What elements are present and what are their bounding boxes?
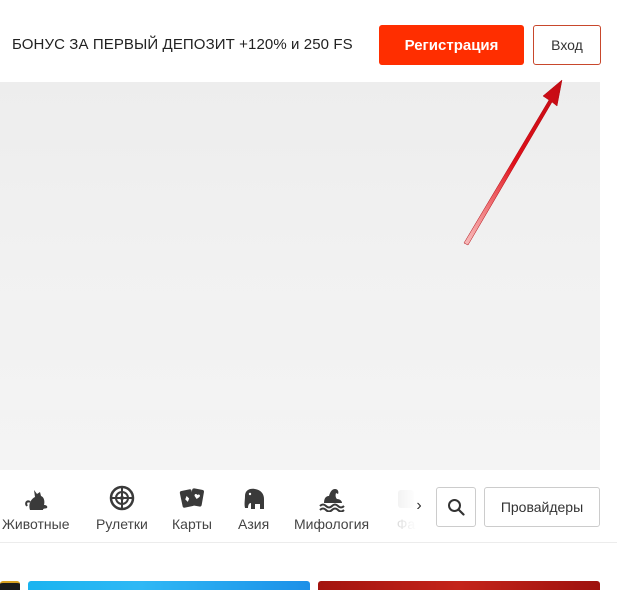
game-tile[interactable] <box>28 581 310 590</box>
search-button[interactable] <box>436 487 476 527</box>
category-cards[interactable]: Карты <box>172 484 212 532</box>
category-label: Азия <box>238 516 270 532</box>
category-label: Карты <box>172 516 212 532</box>
category-label: Мифология <box>294 516 370 532</box>
providers-button[interactable]: Провайдеры <box>484 487 600 527</box>
login-button[interactable]: Вход <box>533 25 601 65</box>
cat-icon <box>24 490 48 510</box>
category-animals[interactable]: Животные <box>2 484 70 532</box>
top-header: БОНУС ЗА ПЕРВЫЙ ДЕПОЗИТ +120% и 250 FS Р… <box>0 0 617 82</box>
chevron-right-icon[interactable]: › <box>410 494 428 518</box>
game-tile[interactable] <box>0 581 20 590</box>
page: БОНУС ЗА ПЕРВЫЙ ДЕПОЗИТ +120% и 250 FS Р… <box>0 0 617 590</box>
register-button[interactable]: Регистрация <box>379 25 524 65</box>
elephant-icon <box>244 488 264 509</box>
game-tile[interactable] <box>318 581 600 590</box>
cards-icon <box>179 488 204 508</box>
category-asia[interactable]: Азия <box>238 484 269 532</box>
search-icon <box>448 499 465 516</box>
category-label: Животные <box>2 516 70 532</box>
category-roulettes[interactable]: Рулетки <box>96 484 148 532</box>
bonus-promo-text[interactable]: БОНУС ЗА ПЕРВЫЙ ДЕПОЗИТ +120% и 250 FS <box>12 36 353 53</box>
category-mythology[interactable]: Мифология <box>294 484 369 532</box>
roulette-icon <box>109 485 135 511</box>
sea-monster-icon <box>318 489 345 512</box>
banner-area <box>0 82 600 470</box>
category-label: Рулетки <box>96 516 148 532</box>
